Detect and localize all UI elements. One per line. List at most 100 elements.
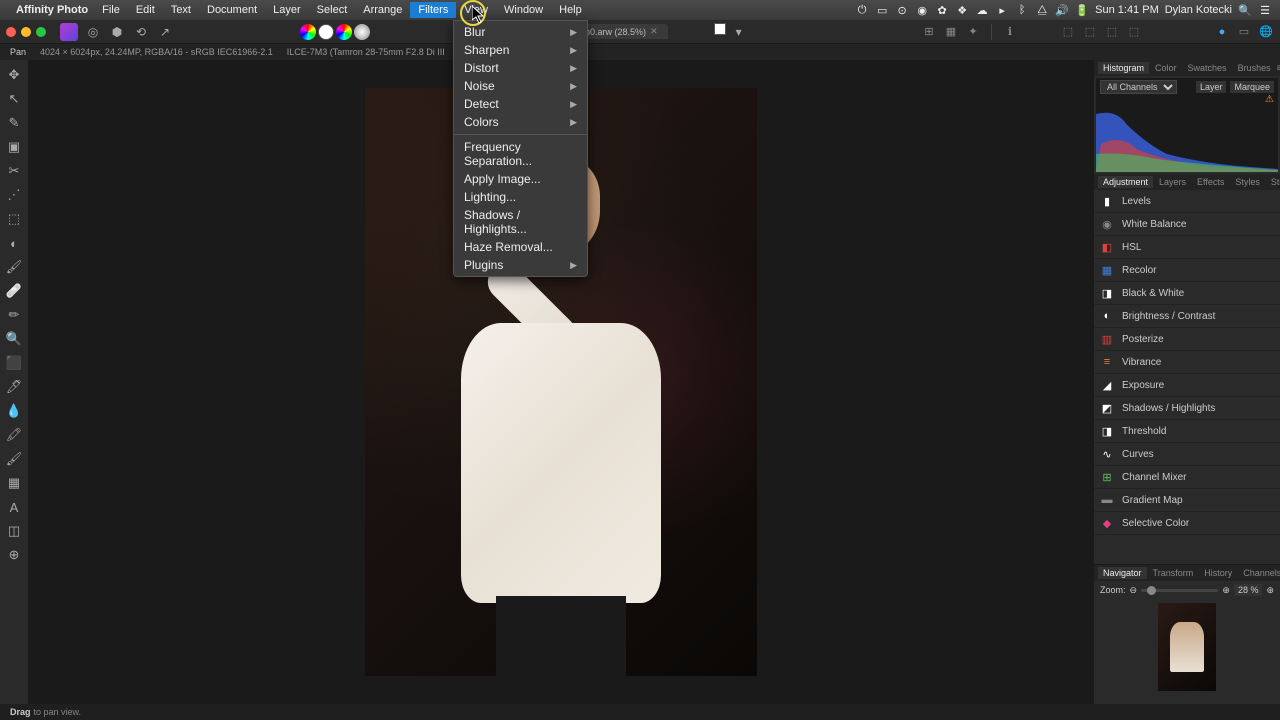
grid-icon[interactable]: ⊞ xyxy=(921,24,937,40)
tab-adjustment[interactable]: Adjustment xyxy=(1098,176,1153,188)
spotlight-icon[interactable]: 🔍 xyxy=(1238,3,1252,17)
status-icon[interactable]: ✿ xyxy=(935,3,949,17)
persona-develop-icon[interactable]: ⟲ xyxy=(132,23,150,41)
channel-select[interactable]: All Channels xyxy=(1100,80,1177,94)
zoom-out-button[interactable]: ⊖ xyxy=(1130,585,1138,596)
tool-button[interactable]: ✏ xyxy=(5,306,23,324)
tool-button[interactable]: ◐ xyxy=(5,234,23,252)
panel-menu-icon[interactable]: ≡ xyxy=(1277,63,1280,74)
adjustment-hsl[interactable]: ◧HSL xyxy=(1094,236,1280,259)
persona-photo-icon[interactable]: ◎ xyxy=(84,23,102,41)
align-icon[interactable]: ⬚ xyxy=(1082,24,1098,40)
tool-button[interactable]: 💧 xyxy=(5,402,23,420)
tool-button[interactable]: 🩹 xyxy=(5,282,23,300)
menu-edit[interactable]: Edit xyxy=(128,2,163,18)
align-icon[interactable]: ⬚ xyxy=(1060,24,1076,40)
menu-text[interactable]: Text xyxy=(163,2,199,18)
luminance-icon[interactable] xyxy=(354,24,370,40)
volume-icon[interactable]: 🔊 xyxy=(1055,3,1069,17)
tab-brushes[interactable]: Brushes xyxy=(1233,62,1276,74)
menu-item-lighting-[interactable]: Lighting... xyxy=(454,188,587,206)
status-icon[interactable]: ⏻ xyxy=(855,3,869,17)
tab-swatches[interactable]: Swatches xyxy=(1183,62,1232,74)
tab-histogram[interactable]: Histogram xyxy=(1098,62,1149,74)
control-center-icon[interactable]: ☰ xyxy=(1258,3,1272,17)
tool-button[interactable]: ⋰ xyxy=(5,186,23,204)
adjustment-channel-mixer[interactable]: ⊞Channel Mixer xyxy=(1094,466,1280,489)
adjustment-gradient-map[interactable]: ▬Gradient Map xyxy=(1094,489,1280,512)
tab-stock[interactable]: Stock xyxy=(1266,176,1280,188)
zoom-fit-button[interactable]: ⊕ xyxy=(1266,585,1274,596)
menu-arrange[interactable]: Arrange xyxy=(355,2,410,18)
tool-button[interactable]: 🖌 xyxy=(5,258,23,276)
assistant-icon[interactable]: ✦ xyxy=(965,24,981,40)
hue-icon[interactable] xyxy=(336,24,352,40)
menu-item-noise[interactable]: Noise▶ xyxy=(454,77,587,95)
wifi-icon[interactable]: ⧋ xyxy=(1035,3,1049,17)
adjustment-posterize[interactable]: ▥Posterize xyxy=(1094,328,1280,351)
menu-layer[interactable]: Layer xyxy=(265,2,309,18)
tool-button[interactable]: ⊕ xyxy=(5,546,23,564)
status-icon[interactable]: ❖ xyxy=(955,3,969,17)
tool-button[interactable]: ✎ xyxy=(5,114,23,132)
tool-button[interactable]: ▦ xyxy=(5,474,23,492)
snap-icon[interactable]: ▦ xyxy=(943,24,959,40)
tool-button[interactable]: A xyxy=(5,498,23,516)
account-icon[interactable]: ▭ xyxy=(1236,24,1252,40)
close-window-button[interactable] xyxy=(6,27,16,37)
contrast-icon[interactable] xyxy=(318,24,334,40)
menubar-user[interactable]: Dylan Kotecki xyxy=(1165,4,1232,16)
tool-button[interactable]: 🖌 xyxy=(5,450,23,468)
zoom-in-button[interactable]: ⊕ xyxy=(1222,585,1230,596)
menubar-clock[interactable]: Sun 1:41 PM xyxy=(1095,4,1159,16)
tool-button[interactable]: 🖍 xyxy=(5,426,23,444)
tab-navigator[interactable]: Navigator xyxy=(1098,567,1147,579)
minimize-window-button[interactable] xyxy=(21,27,31,37)
menu-view[interactable]: View xyxy=(456,2,496,18)
tool-button[interactable]: 🔍 xyxy=(5,330,23,348)
swatch-bg-icon[interactable]: ▾ xyxy=(730,23,748,41)
align-icon[interactable]: ⬚ xyxy=(1126,24,1142,40)
menu-filters[interactable]: Filters xyxy=(410,2,456,18)
menu-item-apply-image-[interactable]: Apply Image... xyxy=(454,170,587,188)
tab-color[interactable]: Color xyxy=(1150,62,1182,74)
tool-button[interactable]: ⬚ xyxy=(5,210,23,228)
adjustment-curves[interactable]: ∿Curves xyxy=(1094,443,1280,466)
menu-item-shadows-highlights-[interactable]: Shadows / Highlights... xyxy=(454,206,587,238)
adjustment-shadows-highlights[interactable]: ◩Shadows / Highlights xyxy=(1094,397,1280,420)
tool-button[interactable]: ↖ xyxy=(5,90,23,108)
adjustment-recolor[interactable]: ▦Recolor xyxy=(1094,259,1280,282)
tab-channels[interactable]: Channels xyxy=(1238,567,1280,579)
menu-item-distort[interactable]: Distort▶ xyxy=(454,59,587,77)
persona-liquify-icon[interactable]: ⬢ xyxy=(108,23,126,41)
adjustment-brightness-contrast[interactable]: ◐Brightness / Contrast xyxy=(1094,305,1280,328)
menu-item-haze-removal-[interactable]: Haze Removal... xyxy=(454,238,587,256)
layer-button[interactable]: Layer xyxy=(1196,81,1227,93)
color-wheel-icon[interactable] xyxy=(300,24,316,40)
menu-item-plugins[interactable]: Plugins▶ xyxy=(454,256,587,274)
adjustment-levels[interactable]: ▮Levels xyxy=(1094,190,1280,213)
adjustment-threshold[interactable]: ◨Threshold xyxy=(1094,420,1280,443)
globe-icon[interactable]: 🌐 xyxy=(1258,24,1274,40)
menu-item-blur[interactable]: Blur▶ xyxy=(454,23,587,41)
marquee-button[interactable]: Marquee xyxy=(1230,81,1274,93)
adjustment-selective-color[interactable]: ◆Selective Color xyxy=(1094,512,1280,535)
persona-export-icon[interactable]: ↗ xyxy=(156,23,174,41)
menu-select[interactable]: Select xyxy=(309,2,356,18)
tool-button[interactable]: ⬛ xyxy=(5,354,23,372)
adjustment-vibrance[interactable]: ≡Vibrance xyxy=(1094,351,1280,374)
tab-history[interactable]: History xyxy=(1199,567,1237,579)
zoom-slider[interactable] xyxy=(1141,589,1218,592)
tool-button[interactable]: ▣ xyxy=(5,138,23,156)
menu-window[interactable]: Window xyxy=(496,2,551,18)
status-icon[interactable]: ▸ xyxy=(995,3,1009,17)
adjustment-black-white[interactable]: ◨Black & White xyxy=(1094,282,1280,305)
menu-document[interactable]: Document xyxy=(199,2,265,18)
tool-button[interactable]: ◫ xyxy=(5,522,23,540)
tab-transform[interactable]: Transform xyxy=(1148,567,1199,579)
info-icon[interactable]: ℹ xyxy=(1002,24,1018,40)
app-name[interactable]: Affinity Photo xyxy=(16,4,88,16)
menu-file[interactable]: File xyxy=(94,2,128,18)
adjustment-white-balance[interactable]: ◉White Balance xyxy=(1094,213,1280,236)
menu-item-detect[interactable]: Detect▶ xyxy=(454,95,587,113)
